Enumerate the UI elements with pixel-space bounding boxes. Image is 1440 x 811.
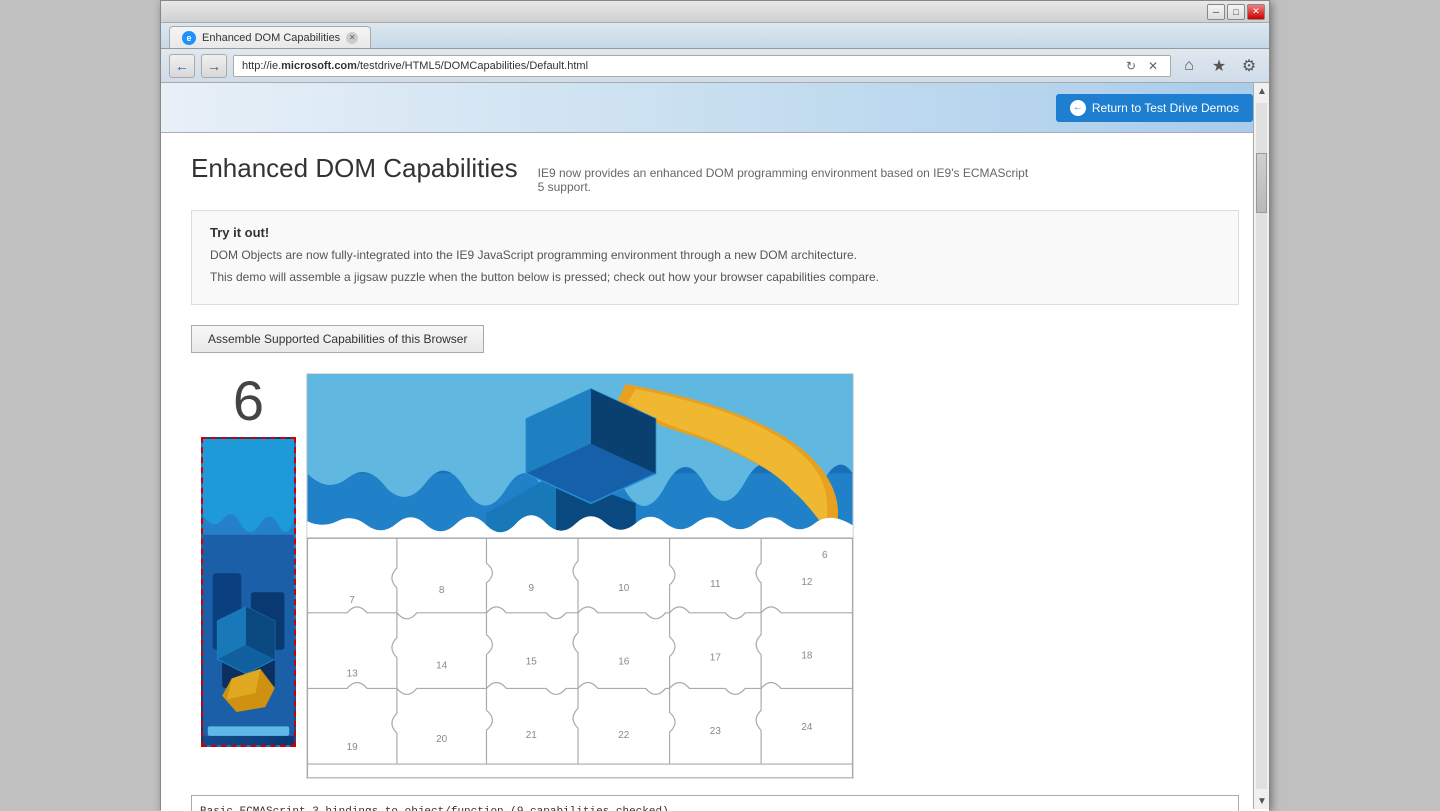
ie-header: ← Return to Test Drive Demos xyxy=(161,83,1269,133)
puzzle-area: 6 xyxy=(191,373,1239,779)
svg-text:23: 23 xyxy=(710,726,722,737)
puzzle-grid: 6 7 8 9 10 11 12 13 14 15 16 17 xyxy=(306,373,854,779)
scroll-down-arrow[interactable]: ▼ xyxy=(1254,793,1270,809)
address-icons: ↻ ✕ xyxy=(1122,57,1162,75)
scrollbar-track[interactable] xyxy=(1256,103,1267,789)
svg-text:6: 6 xyxy=(822,550,828,561)
svg-text:13: 13 xyxy=(347,669,359,680)
return-icon: ← xyxy=(1070,100,1086,116)
maximize-button[interactable]: □ xyxy=(1227,4,1245,20)
address-field[interactable]: http://ie.microsoft.com/testdrive/HTML5/… xyxy=(233,55,1171,77)
svg-text:19: 19 xyxy=(347,742,359,753)
info-box-line2: This demo will assemble a jigsaw puzzle … xyxy=(210,268,1220,286)
favorites-icon[interactable]: ★ xyxy=(1207,54,1231,78)
page-subtitle: IE9 now provides an enhanced DOM program… xyxy=(538,166,1038,194)
address-bar: ← → http://ie.microsoft.com/testdrive/HT… xyxy=(161,49,1269,83)
svg-text:21: 21 xyxy=(526,730,538,741)
svg-text:11: 11 xyxy=(710,579,721,590)
assemble-button[interactable]: Assemble Supported Capabilities of this … xyxy=(191,325,484,353)
scrollbar[interactable]: ▲ ▼ xyxy=(1253,83,1269,809)
puzzle-left: 6 xyxy=(191,373,306,747)
refresh-button[interactable]: ↻ xyxy=(1122,57,1140,75)
info-box: Try it out! DOM Objects are now fully-in… xyxy=(191,210,1239,305)
svg-text:24: 24 xyxy=(801,722,813,733)
minimize-button[interactable]: ─ xyxy=(1207,4,1225,20)
page-title: Enhanced DOM Capabilities xyxy=(191,153,518,184)
url-domain: microsoft.com xyxy=(281,60,357,72)
main-content: Enhanced DOM Capabilities IE9 now provid… xyxy=(161,133,1269,811)
svg-text:15: 15 xyxy=(526,657,538,668)
scrollbar-thumb[interactable] xyxy=(1256,153,1267,213)
return-btn-label: Return to Test Drive Demos xyxy=(1092,101,1239,115)
tab-close-button[interactable]: ✕ xyxy=(346,32,358,44)
title-bar-controls: ─ □ ✕ xyxy=(1207,4,1265,20)
forward-button[interactable]: → xyxy=(201,54,227,78)
return-button[interactable]: ← Return to Test Drive Demos xyxy=(1056,94,1253,122)
tab-label: Enhanced DOM Capabilities xyxy=(202,32,340,44)
toolbar-right: ⌂ ★ ⚙ xyxy=(1177,54,1261,78)
tab-bar: e Enhanced DOM Capabilities ✕ xyxy=(161,23,1269,49)
svg-text:9: 9 xyxy=(528,583,534,594)
svg-text:10: 10 xyxy=(618,583,630,594)
title-bar: ─ □ ✕ xyxy=(161,1,1269,23)
log-area[interactable]: Basic ECMAScript 3 bindings to object/fu… xyxy=(191,795,1239,811)
tab-favicon: e xyxy=(182,31,196,45)
browser-tab[interactable]: e Enhanced DOM Capabilities ✕ xyxy=(169,26,371,48)
svg-text:20: 20 xyxy=(436,734,448,745)
url-path: /testdrive/HTML5/DOMCapabilities/Default… xyxy=(357,60,588,72)
settings-icon[interactable]: ⚙ xyxy=(1237,54,1261,78)
puzzle-thumbnail xyxy=(201,437,296,747)
url-text: http://ie.microsoft.com/testdrive/HTML5/… xyxy=(242,60,1122,72)
info-box-title: Try it out! xyxy=(210,225,1220,240)
info-box-line1: DOM Objects are now fully-integrated int… xyxy=(210,246,1220,264)
svg-text:17: 17 xyxy=(710,653,722,664)
stop-button[interactable]: ✕ xyxy=(1144,57,1162,75)
page-title-row: Enhanced DOM Capabilities IE9 now provid… xyxy=(191,153,1239,194)
svg-text:12: 12 xyxy=(801,577,813,588)
url-prefix: http://ie. xyxy=(242,60,281,72)
puzzle-count: 6 xyxy=(191,373,306,429)
svg-text:16: 16 xyxy=(618,657,630,668)
svg-text:14: 14 xyxy=(436,661,448,672)
svg-text:18: 18 xyxy=(801,651,813,662)
back-button[interactable]: ← xyxy=(169,54,195,78)
browser-window: ─ □ ✕ e Enhanced DOM Capabilities ✕ ← → … xyxy=(160,0,1270,810)
scroll-up-arrow[interactable]: ▲ xyxy=(1254,83,1270,99)
home-icon[interactable]: ⌂ xyxy=(1177,54,1201,78)
svg-text:7: 7 xyxy=(349,595,355,606)
close-button[interactable]: ✕ xyxy=(1247,4,1265,20)
page-content: ← Return to Test Drive Demos Enhanced DO… xyxy=(161,83,1269,811)
svg-text:8: 8 xyxy=(439,585,445,596)
svg-text:22: 22 xyxy=(618,730,630,741)
